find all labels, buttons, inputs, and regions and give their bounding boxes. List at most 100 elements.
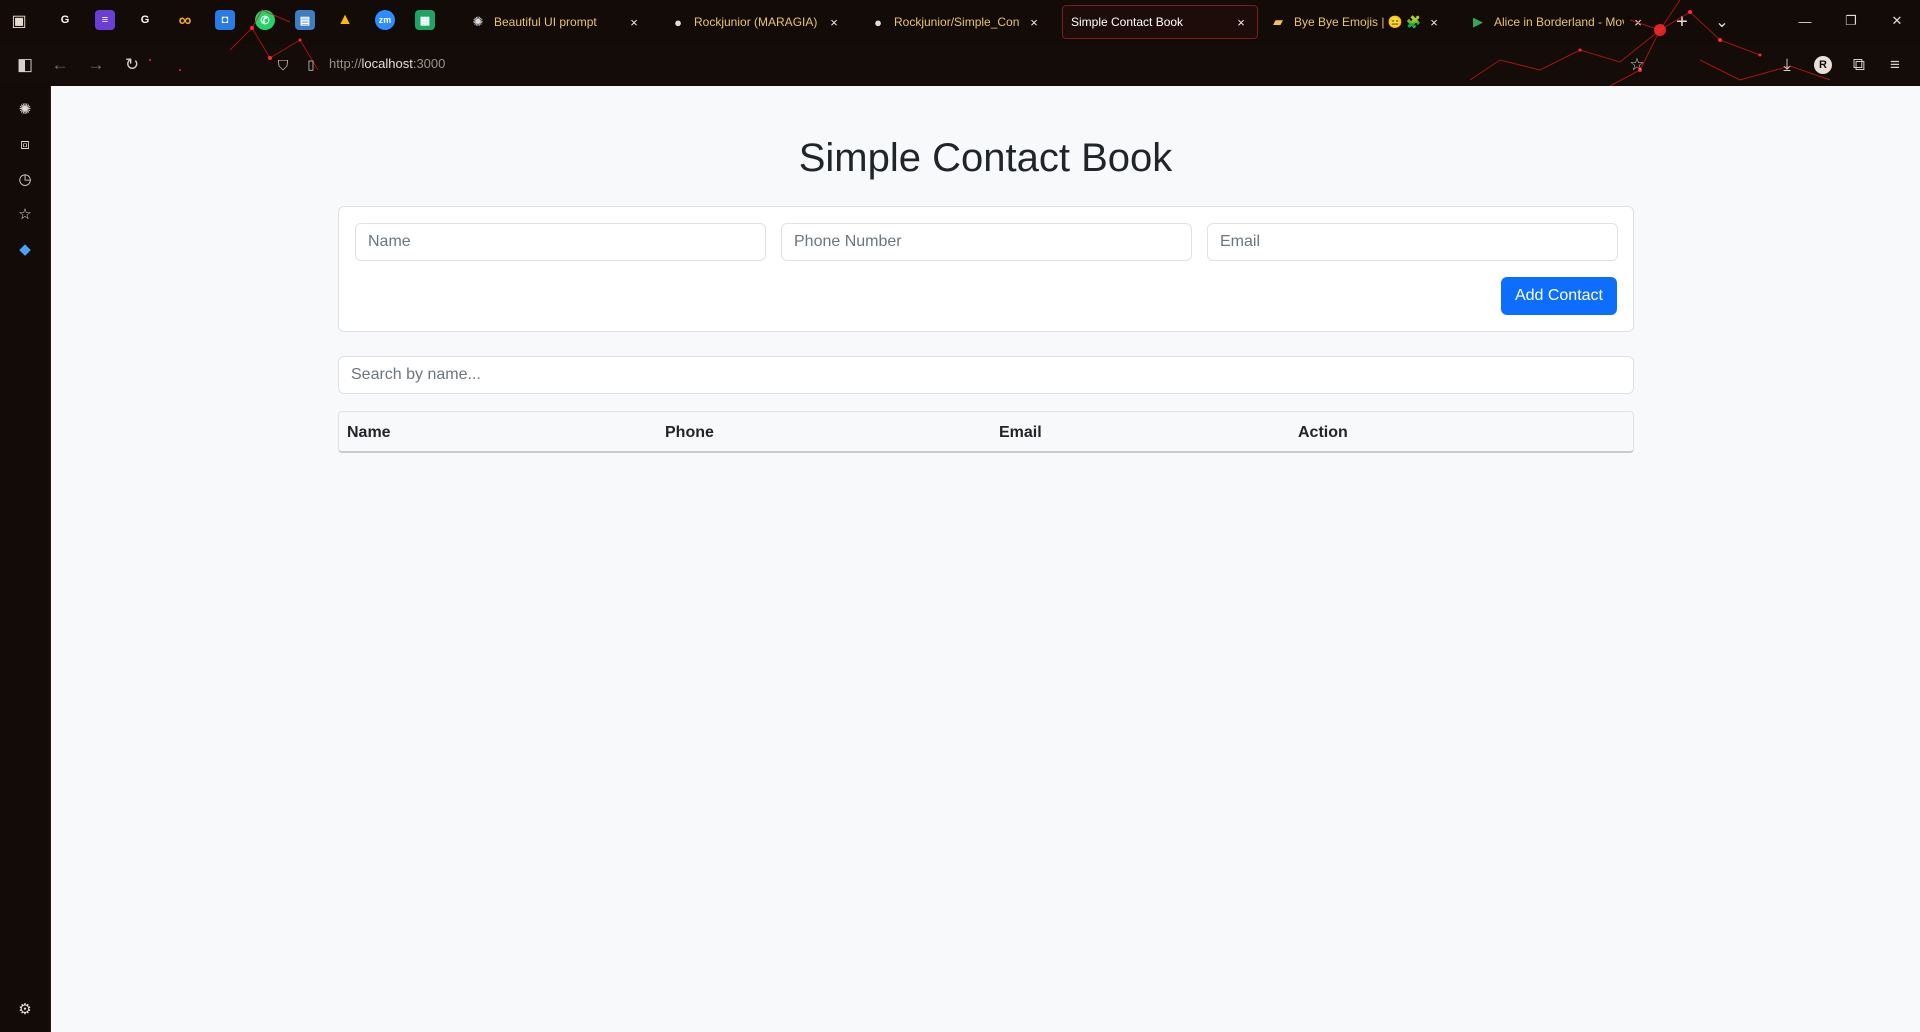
drive-icon: ▲ (337, 11, 353, 28)
arrow-right-icon: → (87, 55, 105, 74)
back-button[interactable]: ← (47, 52, 73, 78)
minimize-button[interactable]: — (1792, 10, 1818, 32)
email-input[interactable] (1207, 223, 1618, 261)
arrow-left-icon: ← (51, 55, 69, 74)
tab-beautiful-ui-prompt[interactable]: ✺ Beautiful UI prompt × (462, 5, 650, 39)
downloads-button[interactable]: ⤓ (1774, 52, 1800, 78)
pinned-tab-1[interactable]: G (55, 10, 75, 30)
star-icon: ☆ (1629, 55, 1645, 74)
sidebar-synced-tabs-button[interactable]: ⧈ (14, 133, 36, 155)
sidebar-bookmarks-button[interactable]: ☆ (14, 203, 36, 225)
extension-icon: ◆ (19, 241, 31, 258)
url-scheme: http:// (329, 56, 362, 71)
play-icon: ▶ (1473, 14, 1483, 29)
extensions-button[interactable]: ⧉ (1846, 52, 1872, 78)
clock-icon: ◷ (18, 171, 32, 188)
address-bar[interactable]: http://localhost:3000 (329, 56, 445, 71)
hamburger-icon: ≡ (1890, 55, 1900, 74)
shield-icon: ⛉ (277, 56, 289, 73)
folder-icon: ▰ (1273, 14, 1283, 29)
url-host: localhost (361, 56, 413, 71)
restore-icon: ❐ (1845, 13, 1857, 28)
url-port: :3000 (412, 56, 446, 71)
download-icon: ⤓ (1783, 55, 1791, 74)
close-icon[interactable]: × (1233, 15, 1249, 30)
puzzle-icon: ⧉ (1852, 55, 1866, 74)
close-icon[interactable]: × (626, 15, 642, 30)
chevron-down-icon: ⌄ (1715, 14, 1729, 31)
pinned-tab-9[interactable]: zm (375, 10, 395, 30)
close-icon: ✕ (1891, 13, 1903, 28)
close-icon[interactable]: × (1426, 15, 1442, 30)
pinned-tab-4[interactable]: ∞ (175, 10, 195, 30)
plus-icon: + (1676, 10, 1688, 33)
sidebar-toggle-button[interactable]: ◧ (12, 52, 38, 78)
pinned-tab-8[interactable]: ▲ (335, 10, 355, 30)
tab-list-button[interactable]: ⌄ (1709, 9, 1735, 35)
add-contact-card: Add Contact (338, 206, 1634, 332)
contacts-table: Name Phone Email Action (338, 411, 1634, 453)
pinned-tab-6[interactable]: ✆ (255, 10, 275, 30)
star-icon: ☆ (18, 206, 32, 223)
openai-icon: ✺ (472, 14, 484, 29)
github-icon: ● (674, 14, 682, 30)
restore-button[interactable]: ❐ (1838, 10, 1864, 32)
account-button[interactable]: R (1810, 52, 1836, 78)
new-tab-button[interactable]: + (1669, 9, 1695, 35)
github-icon: ● (874, 14, 882, 30)
tab-title: Alice in Borderland - Movie (1494, 15, 1624, 29)
tab-alice-in-borderland[interactable]: ▶ Alice in Borderland - Movie × (1462, 5, 1654, 39)
search-input[interactable] (338, 356, 1634, 394)
document-icon: ▤ (299, 14, 311, 27)
tab-bye-bye-emojis[interactable]: ▰ Bye Bye Emojis | 😑 🧩Bye × (1262, 5, 1450, 39)
google-icon: G (60, 14, 70, 26)
pinned-tab-7[interactable]: ▤ (295, 10, 315, 30)
name-input[interactable] (355, 223, 766, 261)
tab-rockjunior-maragia[interactable]: ● Rockjunior (MARAGIA) × (662, 5, 850, 39)
browser-tab-bar: ▣ G ≡ G ∞ ◘ ✆ ▤ ▲ zm ▦ ✺ Beautiful UI pr… (0, 0, 1920, 44)
openai-icon: ✺ (18, 101, 32, 118)
tab-title: Rockjunior/Simple_Contact (894, 15, 1020, 29)
pinned-tab-5[interactable]: ◘ (215, 10, 235, 30)
tasks-icon: ≡ (101, 14, 109, 26)
bot-icon: ◘ (221, 14, 229, 26)
close-window-button[interactable]: ✕ (1884, 10, 1910, 32)
close-icon[interactable]: × (1630, 15, 1646, 30)
tab-overview-icon[interactable]: ▣ (6, 8, 32, 34)
close-icon[interactable]: × (1026, 15, 1042, 30)
site-security-button[interactable]: ⛉ (270, 52, 296, 78)
page-title: Simple Contact Book (798, 136, 1173, 180)
column-header-phone: Phone (665, 424, 714, 441)
phone-input[interactable] (781, 223, 1192, 261)
whatsapp-icon: ✆ (260, 14, 270, 27)
reload-button[interactable]: ↻ (119, 52, 145, 78)
reload-icon: ↻ (124, 55, 140, 74)
page-icon: ▯ (307, 57, 315, 72)
gear-icon: ⚙ (18, 1001, 32, 1018)
sidebar-chatgpt-button[interactable]: ✺ (14, 98, 36, 120)
add-contact-button[interactable]: Add Contact (1500, 277, 1617, 315)
sheets-icon: ▦ (419, 14, 431, 27)
menu-button[interactable]: ≡ (1882, 52, 1908, 78)
sidebar-history-button[interactable]: ◷ (14, 168, 36, 190)
sidebar-settings-button[interactable]: ⚙ (14, 998, 36, 1020)
pinned-tab-3[interactable]: G (135, 10, 155, 30)
page-info-button[interactable]: ▯ (298, 52, 324, 78)
sidebar-extension-button[interactable]: ◆ (14, 238, 36, 260)
avatar: R (1814, 56, 1832, 74)
page-viewport: Simple Contact Book Add Contact Name Pho… (51, 86, 1920, 1032)
zoom-icon: zm (378, 15, 392, 25)
bookmark-button[interactable]: ☆ (1624, 52, 1650, 78)
tab-title: Bye Bye Emojis | 😑 🧩Bye (1294, 15, 1420, 29)
infinity-icon: ∞ (178, 9, 192, 30)
tab-simple-contact-book[interactable]: Simple Contact Book × (1062, 5, 1258, 39)
google-icon: G (140, 14, 150, 26)
close-icon[interactable]: × (826, 15, 842, 30)
column-header-action: Action (1298, 424, 1348, 441)
pinned-tab-10[interactable]: ▦ (415, 10, 435, 30)
tab-simple-contact-repo[interactable]: ● Rockjunior/Simple_Contact × (862, 5, 1050, 39)
tab-title: Beautiful UI prompt (494, 15, 597, 29)
column-header-email: Email (999, 424, 1042, 441)
pinned-tab-2[interactable]: ≡ (95, 10, 115, 30)
forward-button[interactable]: → (83, 52, 109, 78)
